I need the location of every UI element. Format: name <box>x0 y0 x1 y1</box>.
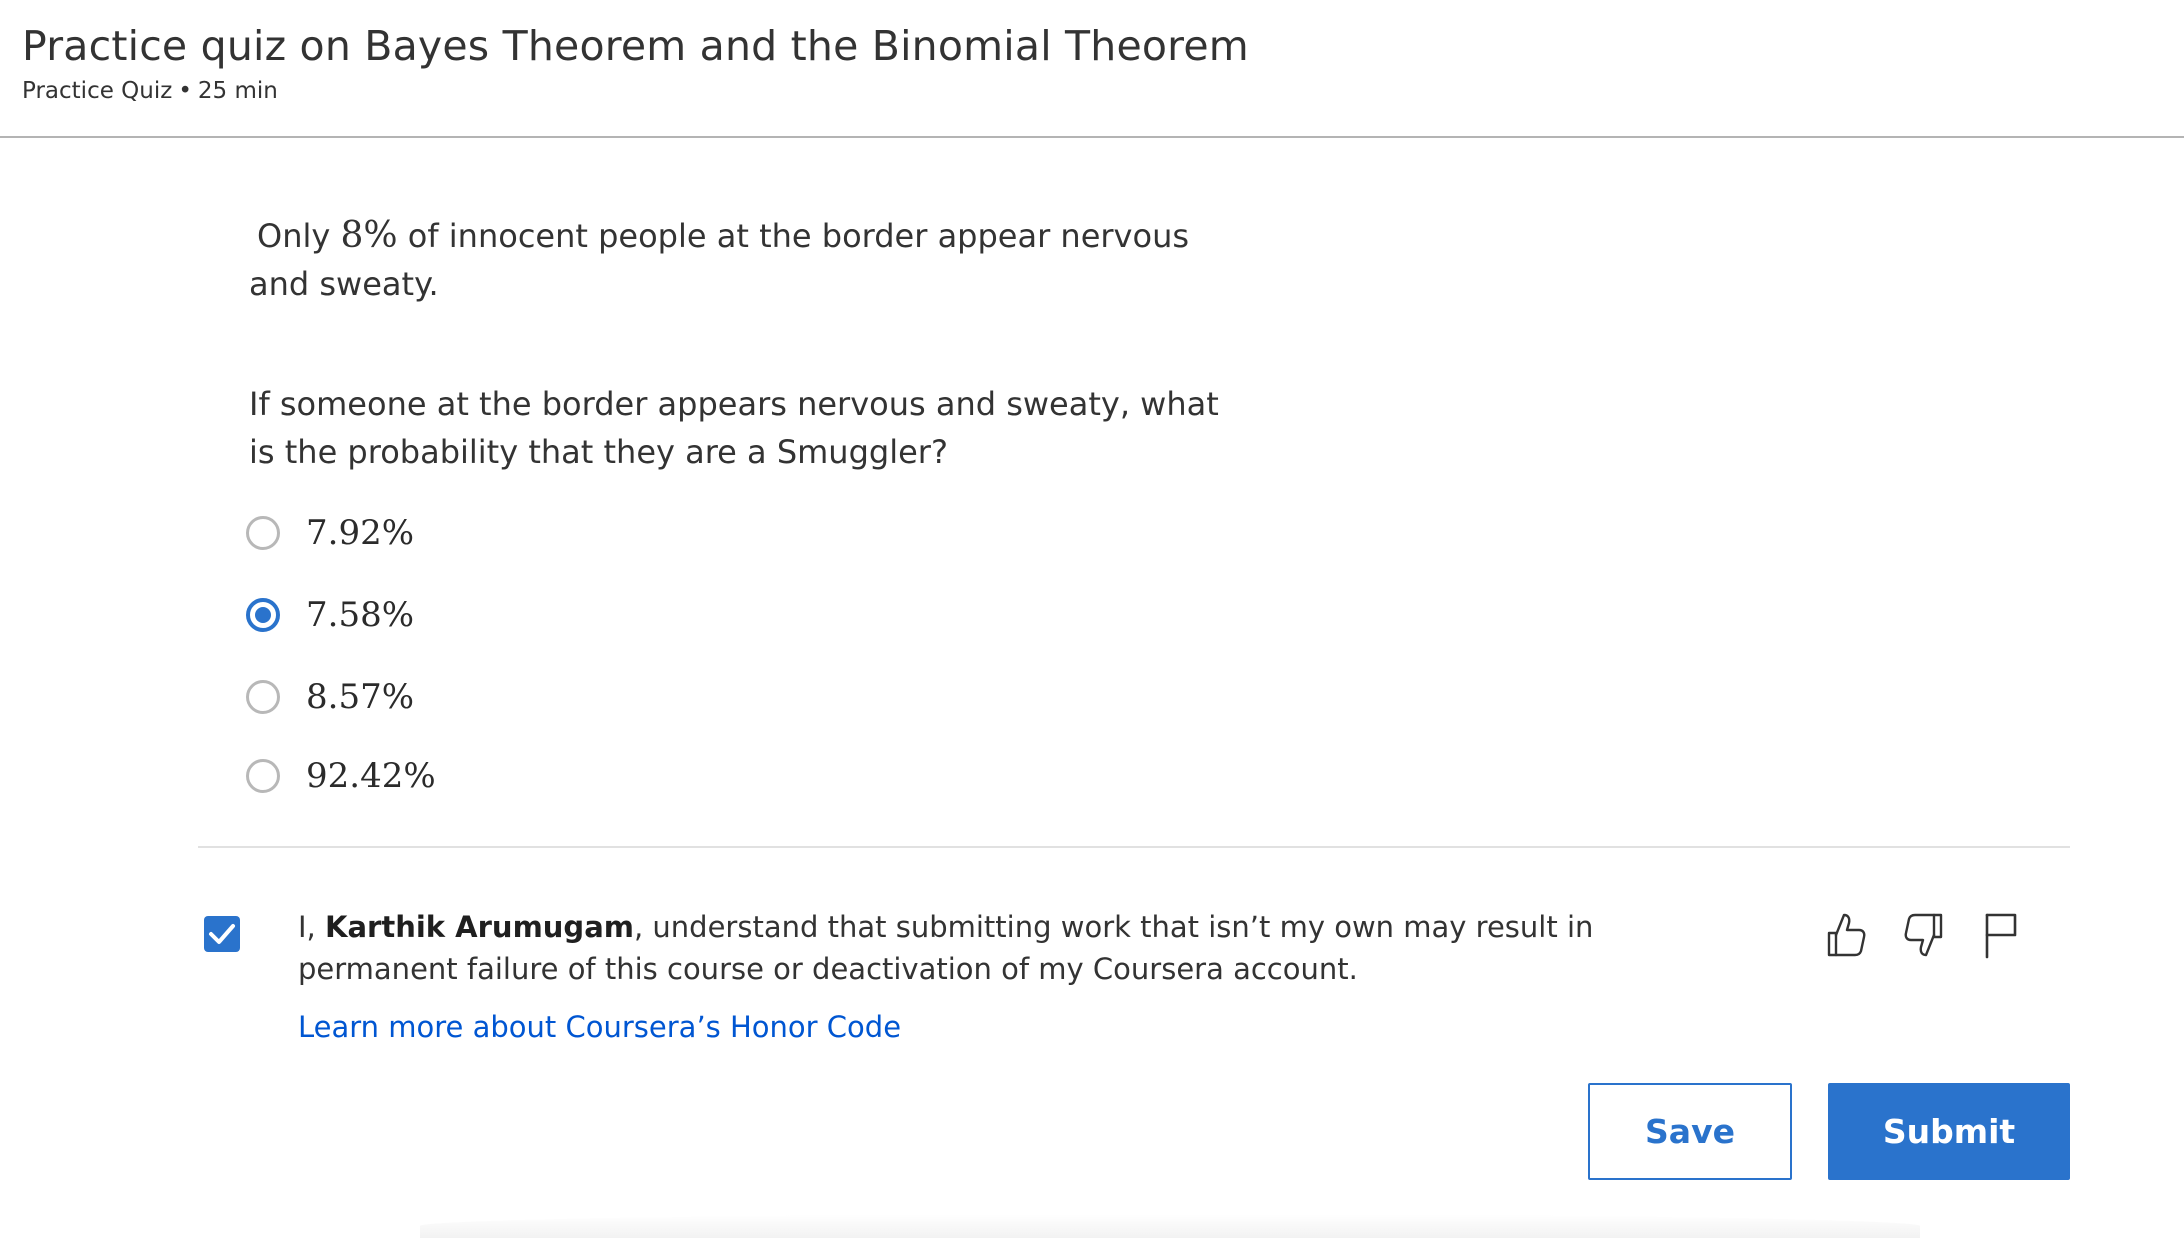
answer-option-3[interactable]: 8.57% <box>246 674 414 720</box>
honor-code-statement: I, Karthik Arumugam, understand that sub… <box>298 906 1638 990</box>
page-title: Practice quiz on Bayes Theorem and the B… <box>22 22 1249 70</box>
submit-button[interactable]: Submit <box>1828 1083 2070 1180</box>
meta-separator: • <box>178 78 192 104</box>
bottom-shadow <box>420 1214 1920 1238</box>
question-prompt: If someone at the border appears nervous… <box>249 385 1219 471</box>
quiz-header: Practice quiz on Bayes Theorem and the B… <box>0 0 2184 138</box>
honor-code-checkbox[interactable] <box>204 916 240 952</box>
option-label: 8.57% <box>306 677 415 717</box>
quiz-type: Practice Quiz <box>22 78 173 104</box>
checkmark-icon <box>209 924 235 944</box>
answer-option-1[interactable]: 7.92% <box>246 510 414 556</box>
option-label: 7.58% <box>306 595 415 635</box>
question-context: Only 8% of innocent people at the border… <box>249 212 1229 308</box>
option-label: 92.42% <box>306 756 436 796</box>
learner-name: Karthik Arumugam <box>325 910 634 944</box>
section-divider <box>198 846 2070 848</box>
radio-button[interactable] <box>246 516 280 550</box>
context-prefix: Only <box>257 217 341 255</box>
honor-code-link[interactable]: Learn more about Coursera’s Honor Code <box>298 1010 901 1044</box>
thumbs-up-icon[interactable] <box>1820 910 1870 960</box>
thumbs-down-icon[interactable] <box>1900 910 1950 960</box>
quiz-duration: 25 min <box>197 78 278 104</box>
radio-button-selected[interactable] <box>246 598 280 632</box>
radio-button[interactable] <box>246 680 280 714</box>
quiz-meta: Practice Quiz • 25 min <box>22 78 278 104</box>
answer-option-2[interactable]: 7.58% <box>246 592 414 638</box>
answer-option-4[interactable]: 92.42% <box>246 753 436 799</box>
context-math: 8% <box>340 215 398 256</box>
honor-prefix: I, <box>298 910 325 944</box>
radio-button[interactable] <box>246 759 280 793</box>
save-button[interactable]: Save <box>1588 1083 1792 1180</box>
flag-icon[interactable] <box>1976 910 2026 960</box>
option-label: 7.92% <box>306 513 415 553</box>
